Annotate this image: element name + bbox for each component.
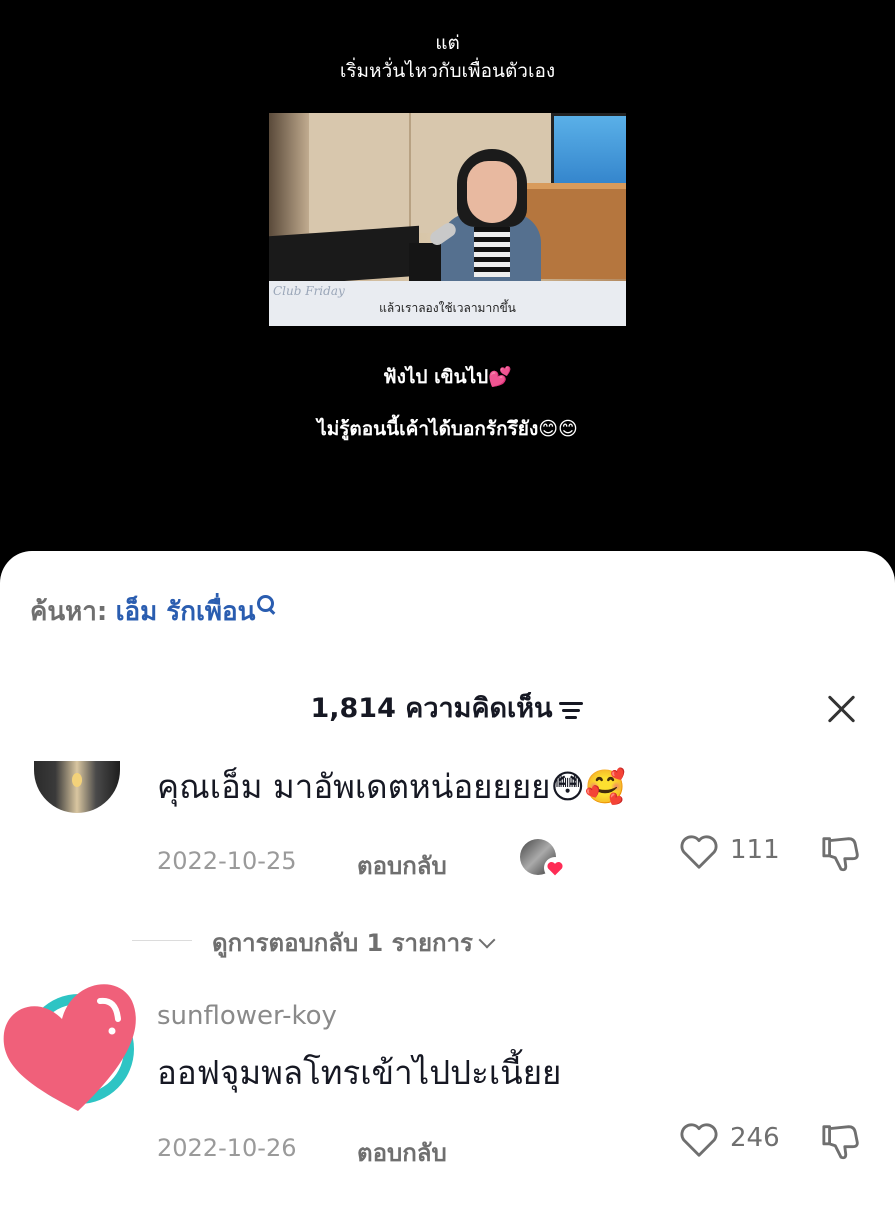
search-icon[interactable]: [255, 593, 277, 615]
view-replies-button[interactable]: ดูการตอบกลับ 1 รายการ: [212, 923, 496, 962]
video-caption-line-3: ฟังไป เขินไป💕: [383, 366, 512, 388]
close-icon[interactable]: [824, 691, 860, 727]
comments-sheet: ค้นหา: เอ็ม รักเพื่อน 1,814 ความคิดเห็น …: [0, 551, 895, 1211]
comment-date: 2022-10-25: [157, 847, 297, 875]
replies-divider: [132, 940, 192, 941]
comments-count: 1,814 ความคิดเห็น: [310, 693, 553, 724]
search-suggestion[interactable]: ค้นหา: เอ็ม รักเพื่อน: [30, 595, 277, 629]
video-frame-image: Club Friday แล้วเราลองใช้เวลามากขึ้น: [269, 113, 626, 326]
comments-count-header: 1,814 ความคิดเห็น: [0, 691, 895, 727]
club-friday-logo: Club Friday: [273, 284, 345, 298]
avatar[interactable]: [34, 761, 120, 813]
wall-panel: [309, 113, 411, 233]
comment-username[interactable]: sunflower-koy: [157, 1001, 337, 1031]
sort-icon[interactable]: [558, 699, 585, 721]
search-term[interactable]: เอ็ม รักเพื่อน: [116, 597, 256, 627]
heart-sticker-icon: [3, 984, 136, 1111]
video-caption-line-2: เริ่มหวั่นไหวกับเพื่อนตัวเอง: [339, 60, 556, 82]
chevron-down-icon: [478, 931, 496, 949]
video-caption-line-4: ไม่รู้ตอนนี้เค้าได้บอกรักรึยัง😊😊: [317, 418, 578, 440]
studio-monitor: [269, 225, 419, 287]
creator-heart-icon: [544, 857, 566, 879]
heart-like-icon[interactable]: [678, 833, 720, 871]
like-count: 246: [730, 1123, 780, 1153]
comment-text: คุณเอ็ม มาอัพเดตหน่อยยยย😳🥰: [157, 767, 626, 806]
video-player[interactable]: แต่ เริ่มหวั่นไหวกับเพื่อนตัวเอง Club Fr…: [0, 0, 895, 560]
heart-like-icon[interactable]: [678, 1121, 720, 1159]
comment-text: ออฟจุมพลโทรเข้าไปปะเนี้ยย: [157, 1053, 562, 1092]
search-prefix: ค้นหา:: [30, 597, 108, 627]
reply-button[interactable]: ตอบกลับ: [357, 846, 447, 885]
comment-date: 2022-10-26: [157, 1134, 297, 1162]
dislike-icon[interactable]: [820, 833, 862, 873]
view-replies-label: ดูการตอบกลับ 1 รายการ: [212, 929, 473, 957]
frame-subtitle: แล้วเราลองใช้เวลามากขึ้น: [379, 301, 516, 315]
video-caption-line-1: แต่: [435, 32, 460, 54]
dislike-icon[interactable]: [820, 1121, 862, 1161]
reply-button[interactable]: ตอบกลับ: [357, 1133, 447, 1172]
host-face: [467, 161, 517, 223]
like-count: 111: [730, 835, 780, 865]
